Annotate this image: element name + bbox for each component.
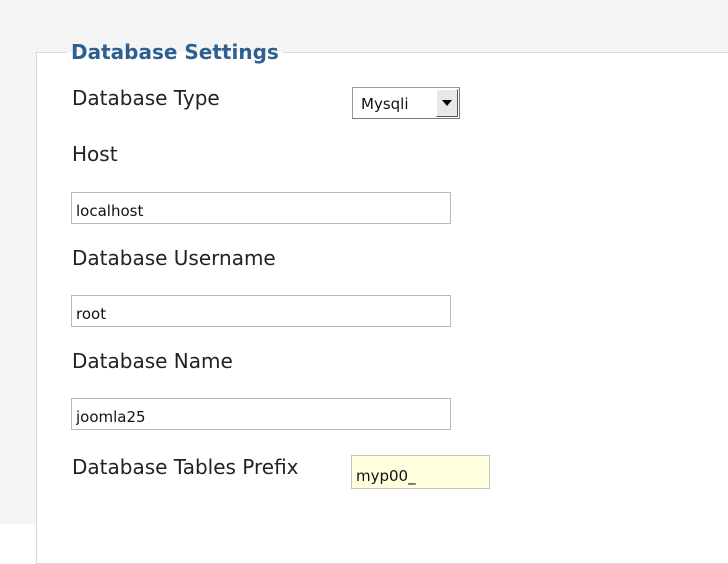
database-name-label: Database Name bbox=[72, 349, 233, 373]
database-username-input[interactable] bbox=[71, 295, 451, 327]
database-tables-prefix-input[interactable] bbox=[351, 455, 490, 489]
host-label: Host bbox=[72, 142, 118, 166]
database-tables-prefix-label: Database Tables Prefix bbox=[72, 455, 299, 479]
dropdown-button[interactable] bbox=[436, 89, 458, 117]
database-name-input[interactable] bbox=[71, 398, 451, 430]
chevron-down-icon bbox=[442, 100, 452, 106]
host-input[interactable] bbox=[71, 192, 451, 224]
top-bar bbox=[0, 0, 728, 14]
database-type-select[interactable]: Mysqli bbox=[352, 87, 460, 119]
fieldset-legend: Database Settings bbox=[71, 40, 279, 64]
database-username-label: Database Username bbox=[72, 246, 276, 270]
database-type-value: Mysqli bbox=[361, 95, 409, 113]
database-type-label: Database Type bbox=[72, 86, 220, 110]
